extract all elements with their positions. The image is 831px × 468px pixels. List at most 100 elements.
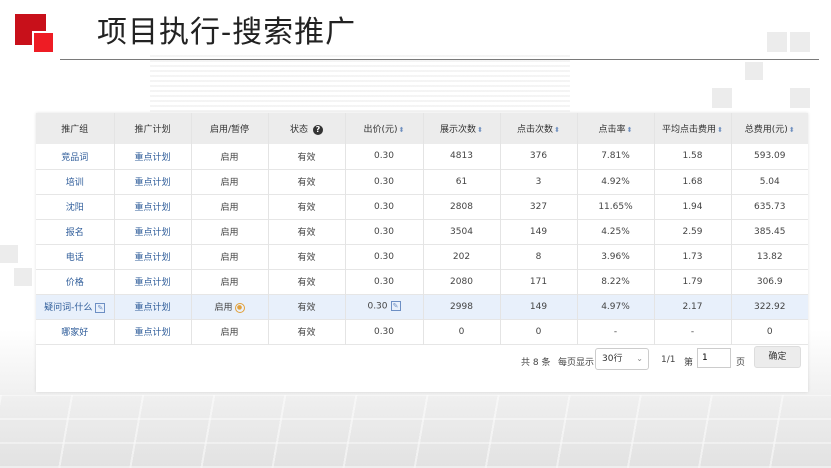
table-row[interactable]: 培训 重点计划 启用 有效 0.30 61 3 4.92% 1.68 5.04 xyxy=(36,169,808,194)
ad-group-link[interactable]: 哪家好 xyxy=(61,328,88,338)
column-header-label: 出价(元) xyxy=(363,125,398,135)
table-cell: 3 xyxy=(500,169,578,194)
per-page-select[interactable]: 30行 ⌄ xyxy=(595,348,649,370)
clicks-value: 149 xyxy=(529,301,548,312)
enable-toggle: 启用 xyxy=(220,228,239,238)
column-header[interactable]: 点击次数⬍ xyxy=(500,113,578,144)
column-header[interactable]: 总费用(元)⬍ xyxy=(731,113,808,144)
per-page-value: 30行 xyxy=(602,354,623,364)
sort-icon[interactable]: ⬍ xyxy=(554,126,560,134)
edit-icon[interactable]: ✎ xyxy=(95,302,106,313)
bid-value: 0.30 xyxy=(373,326,395,337)
table-cell: 启用 xyxy=(191,219,269,244)
table-cell[interactable]: 重点计划 xyxy=(114,319,192,344)
ad-group-link[interactable]: 价格 xyxy=(66,278,84,288)
table-cell[interactable]: 价格 xyxy=(36,269,115,294)
toggle-settings-icon[interactable]: ● xyxy=(234,302,245,313)
ad-group-link[interactable]: 报名 xyxy=(66,228,84,238)
campaign-plan-link[interactable]: 重点计划 xyxy=(134,153,170,163)
table-cell[interactable]: 重点计划 xyxy=(114,169,192,194)
table-cell: 1.79 xyxy=(654,269,732,294)
table-cell: 有效 xyxy=(268,294,346,319)
column-header[interactable]: 展示次数⬍ xyxy=(423,113,501,144)
column-header-label: 推广计划 xyxy=(134,125,171,135)
total-cost-value: 0 xyxy=(766,326,773,337)
background-square xyxy=(14,268,32,286)
table-row[interactable]: 价格 重点计划 启用 有效 0.30 2080 171 8.22% 1.79 306.9 xyxy=(36,269,808,294)
bid-value: 0.30 xyxy=(373,151,395,162)
status-value: 有效 xyxy=(297,303,316,313)
ad-group-link[interactable]: 培训 xyxy=(66,178,84,188)
column-header-label: 推广组 xyxy=(61,125,89,135)
table-cell[interactable]: 重点计划 xyxy=(114,294,192,319)
enable-toggle: 启用 xyxy=(220,152,239,163)
table-cell[interactable]: 重点计划 xyxy=(114,269,192,294)
table-cell: 有效 xyxy=(268,269,346,294)
campaign-plan-link[interactable]: 重点计划 xyxy=(134,228,170,238)
impressions-value: 0 xyxy=(458,326,465,337)
table-cell: - xyxy=(654,319,732,344)
campaign-plan-link[interactable]: 重点计划 xyxy=(134,278,170,288)
clicks-value: 376 xyxy=(529,151,548,162)
confirm-button[interactable]: 确定 xyxy=(754,346,801,368)
table-cell: 2808 xyxy=(423,194,501,219)
background-square xyxy=(767,32,787,52)
table-row[interactable]: 报名 重点计划 启用 有效 0.30 3504 149 4.25% 2.59 385.45 xyxy=(36,219,808,244)
campaign-plan-link[interactable]: 重点计划 xyxy=(134,303,170,313)
table-cell[interactable]: 哪家好 xyxy=(36,319,115,344)
enable-toggle: 启用 xyxy=(220,178,239,188)
table-cell[interactable]: 疑问词-什么 ✎ xyxy=(36,294,115,319)
table-cell[interactable]: 电话 xyxy=(36,244,115,269)
table-cell[interactable]: 报名 xyxy=(36,219,115,244)
table-cell: 启用 xyxy=(191,319,269,344)
table-row[interactable]: 哪家好 重点计划 启用 有效 0.30 0 0 - - 0 xyxy=(36,319,808,344)
campaign-plan-link[interactable]: 重点计划 xyxy=(134,203,170,213)
ad-group-link[interactable]: 电话 xyxy=(66,253,84,263)
cpc-value: 1.94 xyxy=(682,201,703,212)
sort-icon[interactable]: ⬍ xyxy=(477,126,483,134)
total-cost-value: 5.04 xyxy=(759,176,780,187)
sort-icon[interactable]: ⬍ xyxy=(627,126,633,134)
table-cell: 149 xyxy=(500,219,578,244)
cpc-value: 1.73 xyxy=(682,251,703,262)
table-cell[interactable]: 重点计划 xyxy=(114,144,192,169)
campaign-plan-link[interactable]: 重点计划 xyxy=(134,178,170,188)
column-header[interactable]: 点击率⬍ xyxy=(577,113,655,144)
table-cell: 4813 xyxy=(423,144,501,169)
enable-toggle: 启用 xyxy=(220,278,239,288)
ad-group-link[interactable]: 疑问词-什么 xyxy=(44,303,92,313)
sort-icon[interactable]: ⬍ xyxy=(399,126,405,134)
table-row[interactable]: 沈阳 重点计划 启用 有效 0.30 2808 327 11.65% 1.94 635.73 xyxy=(36,194,808,219)
ad-group-link[interactable]: 沈阳 xyxy=(66,203,84,213)
table-cell[interactable]: 重点计划 xyxy=(114,244,192,269)
ctr-value: 8.22% xyxy=(601,276,630,287)
edit-icon[interactable]: ✎ xyxy=(390,301,401,312)
impressions-value: 61 xyxy=(455,176,468,187)
column-header[interactable]: 出价(元)⬍ xyxy=(345,113,424,144)
help-icon[interactable]: ? xyxy=(313,125,323,135)
ctr-value: - xyxy=(613,326,618,337)
sort-icon[interactable]: ⬍ xyxy=(789,126,795,134)
status-value: 有效 xyxy=(297,228,316,238)
table-cell: 0.30 xyxy=(345,219,424,244)
campaign-plan-link[interactable]: 重点计划 xyxy=(134,328,170,338)
page-number-input[interactable] xyxy=(697,348,731,368)
column-header-label: 点击率 xyxy=(598,125,626,135)
table-row[interactable]: 疑问词-什么 ✎ 重点计划 启用 ● 有效 0.30 ✎ 2998 149 4.97% 2.17 322… xyxy=(36,294,808,319)
ad-group-link[interactable]: 竞品词 xyxy=(61,153,88,163)
table-cell[interactable]: 竞品词 xyxy=(36,144,115,169)
table-cell[interactable]: 重点计划 xyxy=(114,194,192,219)
campaign-plan-link[interactable]: 重点计划 xyxy=(134,253,170,263)
table-cell: 2.59 xyxy=(654,219,732,244)
table-cell[interactable]: 培训 xyxy=(36,169,115,194)
table-cell: 有效 xyxy=(268,144,346,169)
table-row[interactable]: 电话 重点计划 启用 有效 0.30 202 8 3.96% 1.73 13.82 xyxy=(36,244,808,269)
table-cell: 1.58 xyxy=(654,144,732,169)
table-cell: 1.73 xyxy=(654,244,732,269)
table-cell[interactable]: 重点计划 xyxy=(114,219,192,244)
sort-icon[interactable]: ⬍ xyxy=(717,126,723,134)
table-row[interactable]: 竞品词 重点计划 启用 有效 0.30 4813 376 7.81% 1.58 593.09 xyxy=(36,144,808,169)
column-header[interactable]: 平均点击费用⬍ xyxy=(654,113,732,144)
table-cell[interactable]: 沈阳 xyxy=(36,194,115,219)
table-cell: 61 xyxy=(423,169,501,194)
